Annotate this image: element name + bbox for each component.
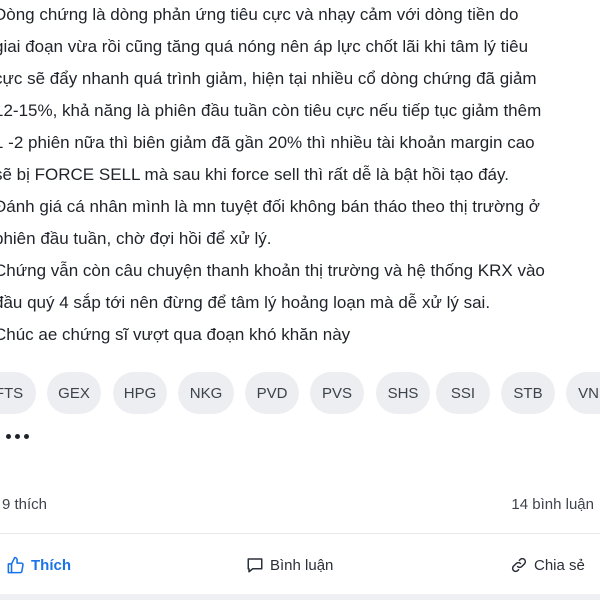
- comment-icon: [246, 556, 264, 574]
- stock-tag-pvd[interactable]: PVD: [245, 372, 299, 414]
- comment-count[interactable]: 14 bình luận: [511, 496, 594, 513]
- more-dots-icon[interactable]: [6, 434, 29, 439]
- post-text-line: 12-15%, khả năng là phiên đầu tuần còn t…: [0, 101, 542, 120]
- like-count[interactable]: 9 thích: [2, 496, 47, 513]
- stock-tag-shs[interactable]: SHS: [376, 372, 430, 414]
- dot: [24, 434, 29, 439]
- post-text-line: sẽ bị FORCE SELL mà sau khi force sell t…: [0, 165, 509, 184]
- divider: [0, 533, 600, 534]
- dot: [15, 434, 20, 439]
- stock-tag-gex[interactable]: GEX: [47, 372, 101, 414]
- stock-tag-fts[interactable]: FTS: [0, 372, 36, 414]
- post-text-line: phiên đầu tuần, chờ đợi hồi để xử lý.: [0, 229, 272, 248]
- like-button-label: Thích: [31, 556, 71, 574]
- post-text-line: Đánh giá cá nhân mình là mn tuyệt đối kh…: [0, 197, 540, 216]
- post-text-line: Chứng vẫn còn câu chuyện thanh khoản thị…: [0, 261, 545, 280]
- stock-tag-nkg[interactable]: NKG: [178, 372, 234, 414]
- stock-tag-ssi[interactable]: SSI: [436, 372, 490, 414]
- comment-button-label: Bình luận: [270, 556, 334, 574]
- post-text-line: Chúc ae chứng sĩ vượt qua đoạn khó khăn …: [0, 325, 351, 344]
- stock-tag-pvs[interactable]: PVS: [310, 372, 364, 414]
- dot: [6, 434, 11, 439]
- stock-tag-stb[interactable]: STB: [501, 372, 555, 414]
- post-text-line: giai đoạn vừa rồi cũng tăng quá nóng nên…: [0, 37, 529, 56]
- share-button[interactable]: Chia sẻ: [510, 552, 585, 578]
- post-text-line: đầu quý 4 sắp tới nên đừng để tâm lý hoả…: [0, 293, 491, 312]
- post-text-line: Dòng chứng là dòng phản ứng tiêu cực và …: [0, 5, 519, 24]
- thumbs-up-icon: [6, 556, 25, 575]
- like-button[interactable]: Thích: [6, 552, 71, 578]
- share-button-label: Chia sẻ: [534, 556, 585, 574]
- stock-tag-vnd[interactable]: VND: [566, 372, 600, 414]
- post-text-line: 1 -2 phiên nữa thì biên giảm đã gần 20% …: [0, 133, 535, 152]
- comment-button[interactable]: Bình luận: [246, 552, 333, 578]
- share-icon: [510, 556, 528, 574]
- post-separator: [0, 594, 600, 600]
- post-text-line: cực sẽ đẩy nhanh quá trình giảm, hiện tạ…: [0, 69, 537, 88]
- stock-tag-hpg[interactable]: HPG: [113, 372, 167, 414]
